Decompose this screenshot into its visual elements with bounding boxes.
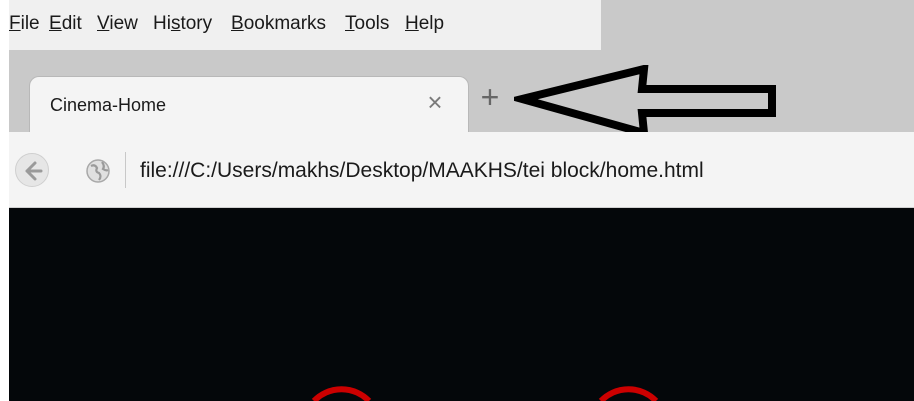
new-tab-button[interactable]: + [470, 77, 510, 117]
back-arrow-icon [25, 161, 43, 181]
menu-bar: File Edit View History Bookmarks Tools H… [9, 0, 914, 50]
menu-history[interactable]: History [153, 14, 212, 33]
tab-cinema-home[interactable]: Cinema-Home × [29, 76, 469, 132]
red-logo-shapes [311, 386, 659, 401]
menu-tools[interactable]: Tools [345, 14, 389, 33]
menu-bookmarks[interactable]: Bookmarks [231, 14, 326, 33]
menu-edit[interactable]: Edit [49, 14, 82, 33]
url-field[interactable]: file:///C:/Users/makhs/Desktop/MAAKHS/te… [140, 159, 704, 183]
menu-help[interactable]: Help [405, 14, 444, 33]
menu-file[interactable]: File [9, 14, 40, 33]
close-icon[interactable]: × [420, 87, 450, 117]
url-divider [125, 152, 126, 188]
back-button[interactable] [15, 153, 49, 187]
tab-title: Cinema-Home [50, 95, 167, 115]
page-content [9, 208, 914, 401]
menu-strip: File Edit View History Bookmarks Tools H… [9, 0, 601, 50]
navigation-bar: file:///C:/Users/makhs/Desktop/MAAKHS/te… [9, 132, 914, 208]
menu-view[interactable]: View [97, 14, 138, 33]
browser-window: File Edit View History Bookmarks Tools H… [9, 0, 914, 401]
annotation-arrow-icon [514, 65, 776, 139]
globe-icon[interactable] [85, 158, 111, 184]
